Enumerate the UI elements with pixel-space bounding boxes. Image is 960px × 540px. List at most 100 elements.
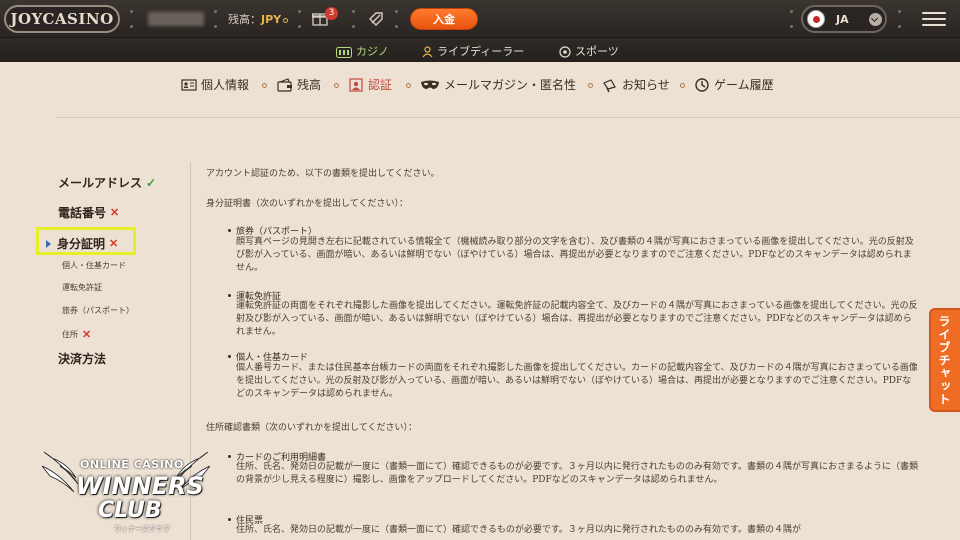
cross-icon: ✕ [109, 237, 119, 250]
nav-casino[interactable]: カジノ [336, 43, 389, 59]
bullet [228, 229, 231, 232]
chevron-down-icon [869, 13, 882, 26]
rivet-decoration [790, 10, 793, 13]
tab-personal-info-label: 個人情報 [201, 78, 250, 92]
mask-icon [421, 80, 439, 89]
sidebar-item-phone[interactable]: 電話番号 ✕ [58, 204, 119, 221]
sidebar-subitem-passport[interactable]: 旅券（パスポート） [62, 305, 134, 316]
hamburger-menu-icon[interactable] [922, 12, 946, 28]
live-chat-button[interactable]: ライブチャット [929, 308, 960, 412]
sidebar-subitem-id-card[interactable]: 個人・住基カード [62, 260, 126, 271]
joycasino-logo[interactable]: JOYCASINO [4, 5, 120, 33]
resident-record-description: 住所、氏名、発効日の記載が一度に（書類一面にて）確認できるものが必要です。３ヶ月… [236, 525, 802, 535]
watermark-line1: ONLINE CASINO [80, 458, 184, 471]
balance[interactable]: 残高：JPY [228, 11, 289, 27]
tab-personal-info[interactable]: 個人情報 [181, 76, 249, 93]
tab-balance-label: 残高 [297, 78, 322, 92]
username-blurred[interactable] [148, 12, 204, 26]
sidebar-item-label: 電話番号 [58, 206, 107, 220]
credit-statement-description: 住所、氏名、発効日の記載が一度に（書類一面にて）確認できるものが必要です。３ヶ月… [236, 462, 919, 485]
wallet-icon [277, 77, 292, 92]
rivet-decoration [130, 25, 133, 28]
tab-verification[interactable]: 認証 [348, 76, 392, 93]
divider [56, 117, 960, 118]
watermark-line3: CLUB [98, 498, 162, 523]
profile-tabs: 個人情報 残高 認証 メールマガジン・匿名性 お知らせ ゲーム履歴 [0, 70, 960, 100]
tab-verification-label: 認証 [368, 78, 393, 92]
sub-navigation: カジノ ライブディーラー スポーツ [0, 38, 960, 62]
tab-separator [262, 83, 267, 88]
tab-notifications[interactable]: お知らせ [602, 76, 670, 93]
rivet-decoration [214, 10, 217, 13]
watermark-line4: ウィナーズクラブ [114, 525, 170, 533]
rivet-decoration [214, 25, 217, 28]
tab-separator [406, 83, 411, 88]
bullet [228, 294, 231, 297]
sidebar-item-label: 決済方法 [58, 352, 107, 366]
nav-casino-label: カジノ [356, 45, 389, 58]
bullet [228, 455, 231, 458]
license-description: 運転免許証の両面をそれぞれ撮影した画像を提出してください。運転免許証の記載内容全… [236, 301, 918, 337]
top-bar: JOYCASINO 残高：JPY 3 入金 JA [0, 0, 960, 38]
casino-icon [336, 46, 352, 58]
sidebar-subitem-address[interactable]: 住所 ✕ [62, 328, 91, 341]
passport-description: 顔写真ページの見開き左右に記載されている情報全て（機械読み取り部分の文字を含む）… [236, 237, 914, 273]
tab-newsletter-anonymity[interactable]: メールマガジン・匿名性 [420, 76, 576, 93]
rivet-decoration [898, 10, 901, 13]
address-section-heading: 住所確認書類（次のいずれかを提出してください）： [206, 423, 417, 433]
sidebar-item-email[interactable]: メールアドレス ✓ [58, 174, 156, 191]
tab-separator [334, 83, 339, 88]
sidebar-subitem-label: 旅券（パスポート） [62, 306, 134, 315]
watermark-line2: WINNERS [76, 472, 204, 500]
bullet [228, 355, 231, 358]
history-icon [695, 77, 709, 92]
tab-separator [680, 83, 685, 88]
nav-sports-label: スポーツ [575, 45, 619, 58]
tab-game-history[interactable]: ゲーム履歴 [694, 76, 774, 93]
rivet-decoration [352, 10, 355, 13]
rivet-decoration [130, 10, 133, 13]
tab-newsletter-anonymity-label: メールマガジン・匿名性 [444, 78, 577, 92]
sidebar-item-label: メールアドレス [58, 176, 143, 190]
japan-flag-icon [807, 10, 825, 28]
live-chat-label: ライブチャット [937, 315, 951, 406]
rivet-decoration [298, 25, 301, 28]
rivet-decoration [395, 25, 398, 28]
nav-live-dealer[interactable]: ライブディーラー [422, 43, 524, 59]
cross-icon: ✕ [82, 328, 92, 341]
tab-balance[interactable]: 残高 [277, 76, 321, 93]
intro-text: アカウント認証のため、以下の書類を提出してください。 [206, 169, 440, 179]
sidebar-item-label: 身分証明 [57, 237, 106, 251]
nav-sports[interactable]: スポーツ [559, 43, 619, 59]
winners-club-watermark: ONLINE CASINO WINNERS CLUB ウィナーズクラブ [42, 444, 210, 536]
megaphone-icon [603, 78, 616, 92]
rivet-decoration [298, 10, 301, 13]
check-icon: ✓ [146, 175, 157, 190]
balance-toggle-icon [283, 17, 289, 23]
deposit-button[interactable]: 入金 [410, 8, 478, 30]
rivet-decoration [395, 10, 398, 13]
rivet-decoration [790, 25, 793, 28]
tab-game-history-label: ゲーム履歴 [714, 78, 774, 92]
nav-live-dealer-label: ライブディーラー [437, 45, 525, 58]
id-card-icon [181, 78, 197, 91]
sidebar-item-payment[interactable]: 決済方法 [58, 350, 106, 367]
language-label: JA [836, 13, 849, 26]
balance-currency: JPY [261, 13, 282, 26]
bullet [228, 518, 231, 521]
promo-tag-icon[interactable] [367, 10, 385, 28]
caret-right-icon [46, 239, 51, 248]
language-selector[interactable]: JA [801, 5, 887, 33]
sports-icon [559, 46, 571, 58]
sidebar-subitem-license[interactable]: 運転免許証 [62, 282, 102, 293]
sidebar-subitem-label: 運転免許証 [62, 283, 102, 292]
sidebar-item-identity[interactable]: 身分証明 ✕ [46, 235, 118, 252]
live-dealer-icon [422, 46, 433, 58]
tab-notifications-label: お知らせ [622, 78, 670, 92]
sidebar-subitem-label: 住所 [62, 330, 78, 339]
mynumber-card-description: 個人番号カード、または住民基本台帳カードの両面をそれぞれ撮影した画像を提出してく… [236, 363, 918, 399]
tab-separator [588, 83, 593, 88]
rivet-decoration [352, 25, 355, 28]
balance-label: 残高： [228, 13, 261, 26]
verification-icon [349, 77, 363, 92]
